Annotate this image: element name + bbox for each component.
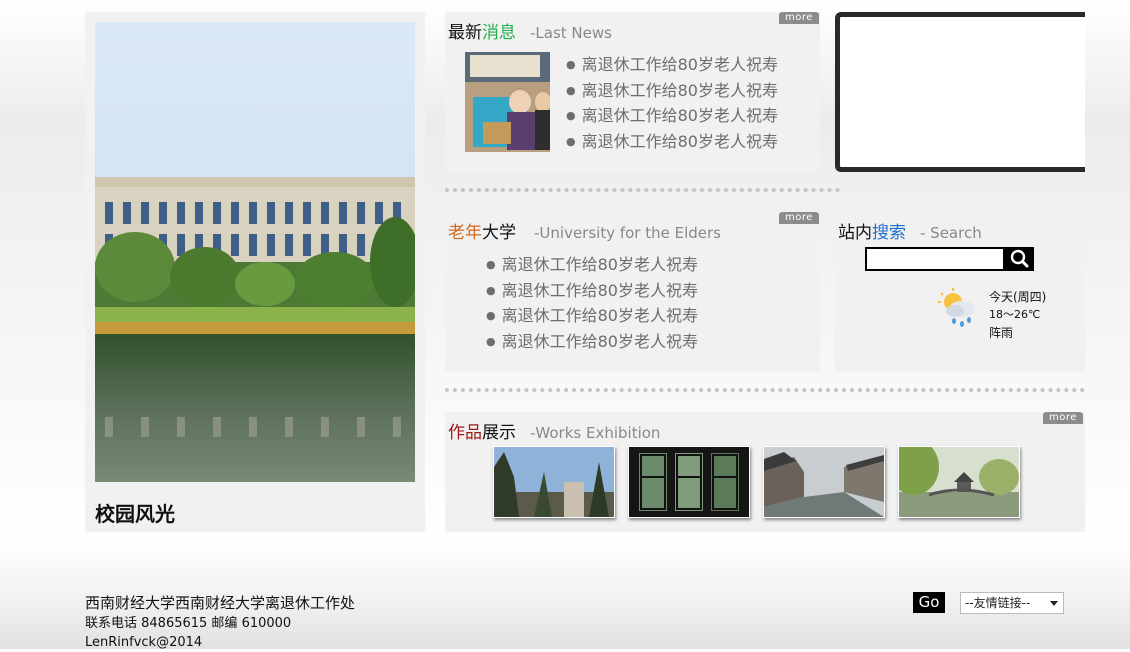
elders-item[interactable]: 离退休工作给80岁老人祝寿 (486, 252, 698, 278)
elders-more-button[interactable]: more (779, 212, 819, 224)
rain-cloud-sun-icon (935, 287, 981, 333)
search-panel: 站内搜索 - Search 今天(周四) 18～26℃ 阵雨 (835, 212, 1085, 372)
search-input[interactable] (865, 247, 1005, 271)
works-thumbnail[interactable] (898, 446, 1020, 518)
footer-copyright: LenRinfvck@2014 (85, 635, 203, 650)
works-thumbnail[interactable] (628, 446, 750, 518)
news-title-a: 最新 (448, 23, 482, 43)
search-title-b: 搜索 (872, 223, 906, 243)
news-list: 离退休工作给80岁老人祝寿 离退休工作给80岁老人祝寿 离退休工作给80岁老人祝… (566, 52, 778, 154)
news-title-b: 消息 (482, 23, 516, 43)
footer-contact: 联系电话 84865615 邮编 610000 (85, 616, 292, 631)
go-button[interactable]: Go (913, 592, 945, 613)
news-panel: 最新消息 -Last News more 离退休工作给80岁老人祝寿 离退休工作给… (445, 12, 820, 172)
elders-list: 离退休工作给80岁老人祝寿 离退休工作给80岁老人祝寿 离退休工作给80岁老人祝… (486, 252, 698, 354)
news-item[interactable]: 离退休工作给80岁老人祝寿 (566, 129, 778, 155)
footer-org: 西南财经大学西南财经大学离退休工作处 (85, 594, 356, 612)
works-exhibition-panel: 作品展示 -Works Exhibition more (445, 412, 1085, 532)
search-button[interactable] (1005, 247, 1034, 271)
news-thumbnail[interactable] (465, 52, 550, 152)
elders-item[interactable]: 离退休工作给80岁老人祝寿 (486, 303, 698, 329)
weather-info: 今天(周四) 18～26℃ 阵雨 (989, 288, 1046, 342)
campus-title: 校园风光 (95, 502, 175, 526)
works-more-button[interactable]: more (1043, 412, 1083, 424)
weather-temp: 18～26℃ (989, 308, 1041, 321)
search-heading: 站内搜索 - Search (838, 218, 982, 243)
works-title-a: 作品 (448, 423, 482, 443)
works-thumbnail[interactable] (493, 446, 615, 518)
weather-condition: 阵雨 (989, 326, 1014, 340)
elders-heading: 老年大学 -University for the Elders (448, 218, 721, 243)
footer-info: 西南财经大学西南财经大学离退休工作处 联系电话 84865615 邮编 6100… (85, 592, 355, 652)
works-heading: 作品展示 -Works Exhibition (448, 418, 660, 443)
news-more-button[interactable]: more (779, 12, 819, 24)
media-frame[interactable] (835, 12, 1085, 172)
news-item[interactable]: 离退休工作给80岁老人祝寿 (566, 78, 778, 104)
search-title-a: 站内 (838, 223, 872, 243)
weather-day: 今天(周四) (989, 290, 1047, 304)
friend-links-select[interactable]: --友情链接-- (960, 592, 1064, 614)
elders-title-a: 老年 (448, 223, 482, 243)
friend-links-selected: --友情链接-- (965, 596, 1031, 610)
works-subtitle: -Works Exhibition (530, 424, 661, 442)
divider (445, 388, 1085, 392)
elders-university-panel: 老年大学 -University for the Elders more 离退休工… (445, 212, 820, 372)
search-subtitle: - Search (920, 224, 982, 242)
campus-photo[interactable] (95, 22, 415, 482)
works-title-b: 展示 (482, 423, 516, 443)
elders-item[interactable]: 离退休工作给80岁老人祝寿 (486, 329, 698, 355)
news-heading: 最新消息 -Last News (448, 18, 612, 43)
magnifier-icon (1010, 249, 1029, 268)
elders-subtitle: -University for the Elders (534, 224, 722, 242)
elders-item[interactable]: 离退休工作给80岁老人祝寿 (486, 278, 698, 304)
works-thumbnail[interactable] (763, 446, 885, 518)
campus-scenery-panel: 校园风光 (85, 12, 425, 532)
divider (445, 188, 840, 192)
news-subtitle: -Last News (530, 24, 612, 42)
news-item[interactable]: 离退休工作给80岁老人祝寿 (566, 52, 778, 78)
chevron-down-icon (1050, 601, 1058, 606)
elders-title-b: 大学 (482, 223, 516, 243)
news-item[interactable]: 离退休工作给80岁老人祝寿 (566, 103, 778, 129)
